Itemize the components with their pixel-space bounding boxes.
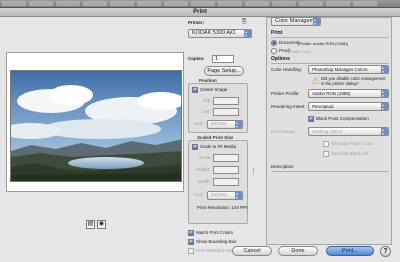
height-label: Height: [196, 167, 211, 172]
position-title: Position [199, 78, 217, 83]
checkbox-icon [323, 151, 329, 157]
scale-unit-label: Unit: [194, 192, 204, 197]
proof-setup-label: Proof Setup: [271, 129, 297, 134]
radio-icon [271, 48, 277, 54]
warning-icon: ⚠ [311, 76, 320, 87]
print-resolution: Print Resolution: 144 PPI [197, 205, 248, 210]
printer-profile-label: Printer Profile: [271, 91, 300, 96]
scaled-print-size-group: Scaled Print Size ✓ Scale to Fit Media Sc… [188, 135, 248, 224]
panel-mode-select[interactable]: Color Management [271, 17, 321, 26]
page-icon[interactable]: ▤ [86, 220, 95, 229]
page-setup-button[interactable]: Page Setup... [204, 66, 244, 76]
checkbox-icon: ✓ [192, 144, 198, 150]
checkbox-icon: ✓ [188, 239, 194, 245]
scale-field[interactable] [213, 154, 239, 162]
divider [271, 63, 389, 64]
scale-unit-select[interactable]: inches [207, 191, 243, 200]
disable-color-management-note: Did you disable color management in the … [321, 76, 386, 86]
done-button[interactable]: Done [278, 246, 318, 256]
checkbox-icon: ✓ [308, 116, 314, 122]
position-group: Position ✓ Center Image Top: Left: Unit: … [188, 78, 248, 133]
print-button[interactable]: Print... [326, 246, 374, 256]
position-unit-label: Unit: [194, 121, 204, 126]
help-button[interactable]: ? [380, 246, 391, 257]
color-handling-label: Color Handling: [271, 67, 303, 72]
black-point-compensation-checkbox[interactable]: ✓ Black Point Compensation [308, 116, 369, 122]
proof-profile: (Profile: N/A) [288, 49, 311, 54]
simulate-black-ink-checkbox[interactable]: Simulate Black Ink [323, 151, 368, 157]
color-handling-select[interactable]: Photoshop Manages Colors [308, 65, 389, 74]
checkbox-icon [188, 248, 194, 254]
document-radio[interactable]: Document [271, 40, 300, 46]
height-field[interactable] [213, 166, 239, 174]
rendering-intent-select[interactable]: Perceptual [308, 102, 389, 111]
show-bounding-box-checkbox[interactable]: ✓ Show Bounding Box [188, 239, 237, 245]
left-field[interactable] [213, 108, 239, 116]
position-unit-select[interactable]: inches [207, 120, 243, 129]
proof-setup-select[interactable]: Working CMYK [308, 127, 389, 136]
copies-label: Copies: [188, 56, 205, 61]
printer-select[interactable]: KODAK 5300 AiO [188, 29, 252, 38]
scaled-print-size-title: Scaled Print Size [197, 135, 234, 140]
scale-to-fit-checkbox[interactable]: ✓ Scale to Fit Media [192, 144, 236, 150]
link-proportions-icon[interactable]: ⋮ [250, 167, 257, 175]
center-image-checkbox[interactable]: ✓ Center Image [192, 87, 227, 93]
print-dialog: ▤ ◉ Printer: ⎘ KODAK 5300 AiO Copies: 1 … [0, 17, 400, 262]
width-label: Width: [198, 179, 211, 184]
rendering-intent-label: Rendering Intent: [271, 104, 306, 109]
document-profile: (Profile: Adobe RGB (1998)) [298, 41, 349, 46]
description-heading: Description [271, 164, 294, 169]
top-field[interactable] [213, 97, 239, 105]
window-title: Print [0, 8, 400, 17]
printer-profile-select[interactable]: Adobe RGB (1998) [308, 89, 389, 98]
options-heading: Options [271, 56, 290, 62]
preview-image [10, 70, 182, 182]
divider [271, 37, 389, 38]
print-preview [6, 52, 184, 192]
checkbox-icon [323, 141, 329, 147]
color-management-panel: Color Management Print Document (Profile… [266, 17, 392, 245]
lock-icon[interactable]: ◉ [97, 220, 106, 229]
print-selected-area-checkbox[interactable]: Print Selected Area [188, 248, 235, 254]
checkbox-icon: ✓ [192, 87, 198, 93]
scale-label: Scale: [199, 155, 212, 160]
simulate-paper-color-checkbox[interactable]: Simulate Paper Color [323, 141, 374, 147]
left-label: Left: [202, 109, 211, 114]
copies-field[interactable]: 1 [212, 55, 234, 63]
top-label: Top: [203, 98, 212, 103]
width-field[interactable] [213, 178, 239, 186]
divider [271, 171, 389, 172]
print-heading: Print [271, 30, 283, 36]
match-print-colors-checkbox[interactable]: ✓ Match Print Colors [188, 230, 233, 236]
printer-status-icon: ⎘ [242, 19, 247, 25]
cancel-button[interactable]: Cancel [232, 246, 272, 256]
checkbox-icon: ✓ [188, 230, 194, 236]
printer-label: Printer: [188, 20, 205, 25]
proof-radio[interactable]: Proof [271, 48, 290, 54]
preview-tools: ▤ ◉ [86, 220, 106, 229]
radio-icon [271, 40, 277, 46]
printer-settings-column: Printer: ⎘ KODAK 5300 AiO Copies: 1 Page… [188, 17, 264, 262]
background-menu-strip [0, 0, 400, 8]
